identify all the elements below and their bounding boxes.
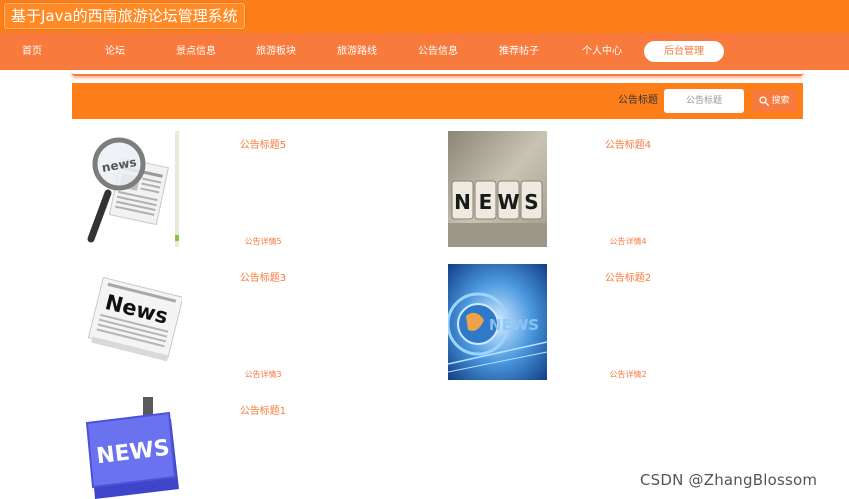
nav-item-notices[interactable]: 公告信息 bbox=[418, 33, 458, 70]
news-cubes-image: N E W S bbox=[448, 131, 547, 247]
notice-detail: 公告详情2 bbox=[609, 370, 647, 379]
notice-image-news-key[interactable]: NEWS bbox=[83, 397, 182, 499]
svg-text:E: E bbox=[479, 190, 493, 214]
notice-title[interactable]: 公告标题1 bbox=[240, 402, 286, 417]
main-nav: 首页 论坛 景点信息 旅游板块 旅游路线 公告信息 推荐帖子 个人中心 后台管理 bbox=[0, 33, 849, 70]
page: 基于Java的西南旅游论坛管理系统 首页 论坛 景点信息 旅游板块 旅游路线 公… bbox=[0, 0, 849, 499]
nav-item-personal-center[interactable]: 个人中心 bbox=[582, 33, 622, 70]
notice-card[interactable]: N E W S 公告标题4 公告详情4 bbox=[448, 131, 778, 251]
nav-item-home[interactable]: 首页 bbox=[22, 33, 42, 70]
news-blue-globe-image: NEWS bbox=[448, 264, 547, 380]
notice-card[interactable]: NEWS 公告标题2 公告详情2 bbox=[448, 264, 778, 384]
notice-card[interactable]: News 公告标题3 公告详情3 bbox=[83, 264, 413, 384]
search-input[interactable] bbox=[664, 89, 744, 113]
nav-underline-strip bbox=[72, 70, 803, 76]
notice-detail: 公告详情3 bbox=[244, 370, 282, 379]
notice-title[interactable]: 公告标题5 bbox=[240, 136, 286, 151]
svg-text:W: W bbox=[497, 190, 519, 214]
notice-title[interactable]: 公告标题2 bbox=[605, 269, 651, 284]
svg-text:N: N bbox=[454, 190, 471, 214]
site-title: 基于Java的西南旅游论坛管理系统 bbox=[4, 3, 245, 29]
nav-item-admin[interactable]: 后台管理 bbox=[644, 41, 724, 62]
notice-card[interactable]: NEWS 公告标题1 bbox=[83, 397, 413, 499]
search-icon bbox=[759, 96, 770, 106]
magnifier-newspaper-image: news bbox=[83, 131, 182, 247]
notice-image-news-paper[interactable]: News bbox=[83, 264, 182, 380]
notice-title[interactable]: 公告标题4 bbox=[605, 136, 651, 151]
notice-card[interactable]: news 公告标题5 公告详情5 bbox=[83, 131, 413, 251]
nav-item-travel-routes[interactable]: 旅游路线 bbox=[337, 33, 377, 70]
nav-item-forum[interactable]: 论坛 bbox=[105, 33, 125, 70]
svg-text:NEWS: NEWS bbox=[489, 316, 539, 334]
search-button-label: 搜索 bbox=[771, 96, 790, 106]
nav-item-attractions[interactable]: 景点信息 bbox=[176, 33, 216, 70]
csdn-watermark: CSDN @ZhangBlossom bbox=[640, 471, 818, 489]
news-paper-image: News bbox=[83, 264, 182, 380]
svg-text:S: S bbox=[524, 190, 538, 214]
nav-item-travel-section[interactable]: 旅游板块 bbox=[256, 33, 296, 70]
search-bar: 公告标题 搜索 bbox=[72, 83, 803, 119]
nav-item-recommended-posts[interactable]: 推荐帖子 bbox=[499, 33, 539, 70]
notice-image-news-cubes[interactable]: N E W S bbox=[448, 131, 547, 247]
notice-image-news-blue-globe[interactable]: NEWS bbox=[448, 264, 547, 380]
notice-detail: 公告详情5 bbox=[244, 237, 282, 246]
search-label: 公告标题 bbox=[618, 95, 658, 106]
search-button[interactable]: 搜索 bbox=[752, 90, 797, 112]
notice-detail: 公告详情4 bbox=[609, 237, 647, 246]
notice-image-magnifier-newspaper[interactable]: news bbox=[83, 131, 182, 247]
news-key-image: NEWS bbox=[83, 397, 182, 499]
notice-title[interactable]: 公告标题3 bbox=[240, 269, 286, 284]
site-header: 基于Java的西南旅游论坛管理系统 bbox=[0, 0, 849, 33]
